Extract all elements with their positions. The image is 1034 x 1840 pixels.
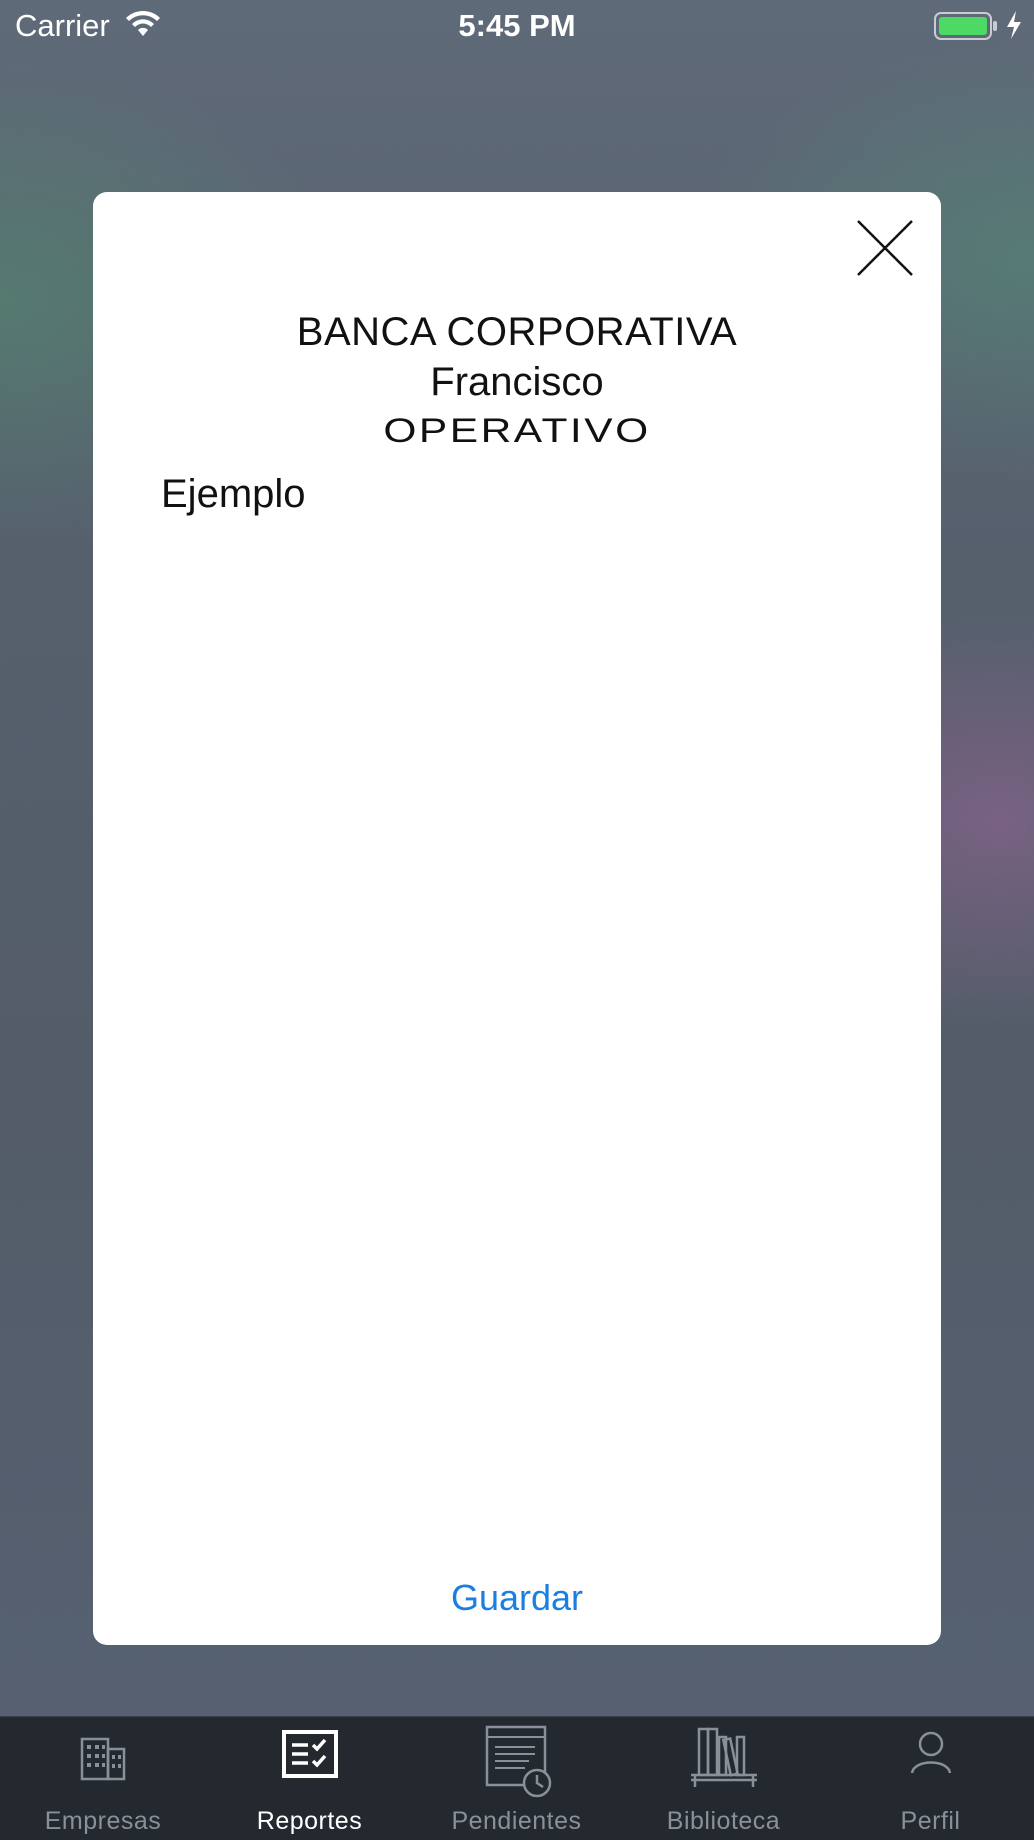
building-icon [78,1729,128,1786]
charging-bolt-icon [1005,10,1023,48]
person-icon [909,1729,953,1782]
tab-label: Biblioteca [666,1807,781,1835]
tab-perfil[interactable]: Perfil [827,1717,1034,1840]
report-text[interactable]: Ejemplo [161,472,306,517]
report-modal: BANCA CORPORATIVA Francisco OPERATIVO Ej… [93,192,941,1645]
report-checklist-icon [281,1729,339,1784]
bookshelf-icon [689,1727,759,1794]
company-title: BANCA CORPORATIVA [296,310,738,354]
tab-biblioteca[interactable]: Biblioteca [620,1717,827,1840]
tab-reportes[interactable]: Reportes [206,1717,413,1840]
status-bar: Carrier 5:45 PM [0,0,1034,54]
save-button[interactable]: Guardar [93,1577,941,1619]
close-icon[interactable] [856,219,914,277]
clock-time: 5:45 PM [458,8,576,43]
battery-charging-icon [934,12,998,48]
pending-clock-icon [479,1725,555,1804]
tab-label: Reportes [256,1807,363,1835]
tab-empresas[interactable]: Empresas [0,1717,206,1840]
tab-label: Pendientes [451,1807,582,1835]
user-name: Francisco [430,360,604,404]
tab-label: Perfil [900,1807,961,1835]
tab-bar: Empresas Reportes Pendientes Biblioteca … [0,1716,1034,1840]
tab-label: Empresas [44,1807,162,1835]
role-label: OPERATIVO [383,412,651,450]
tab-pendientes[interactable]: Pendientes [413,1717,620,1840]
